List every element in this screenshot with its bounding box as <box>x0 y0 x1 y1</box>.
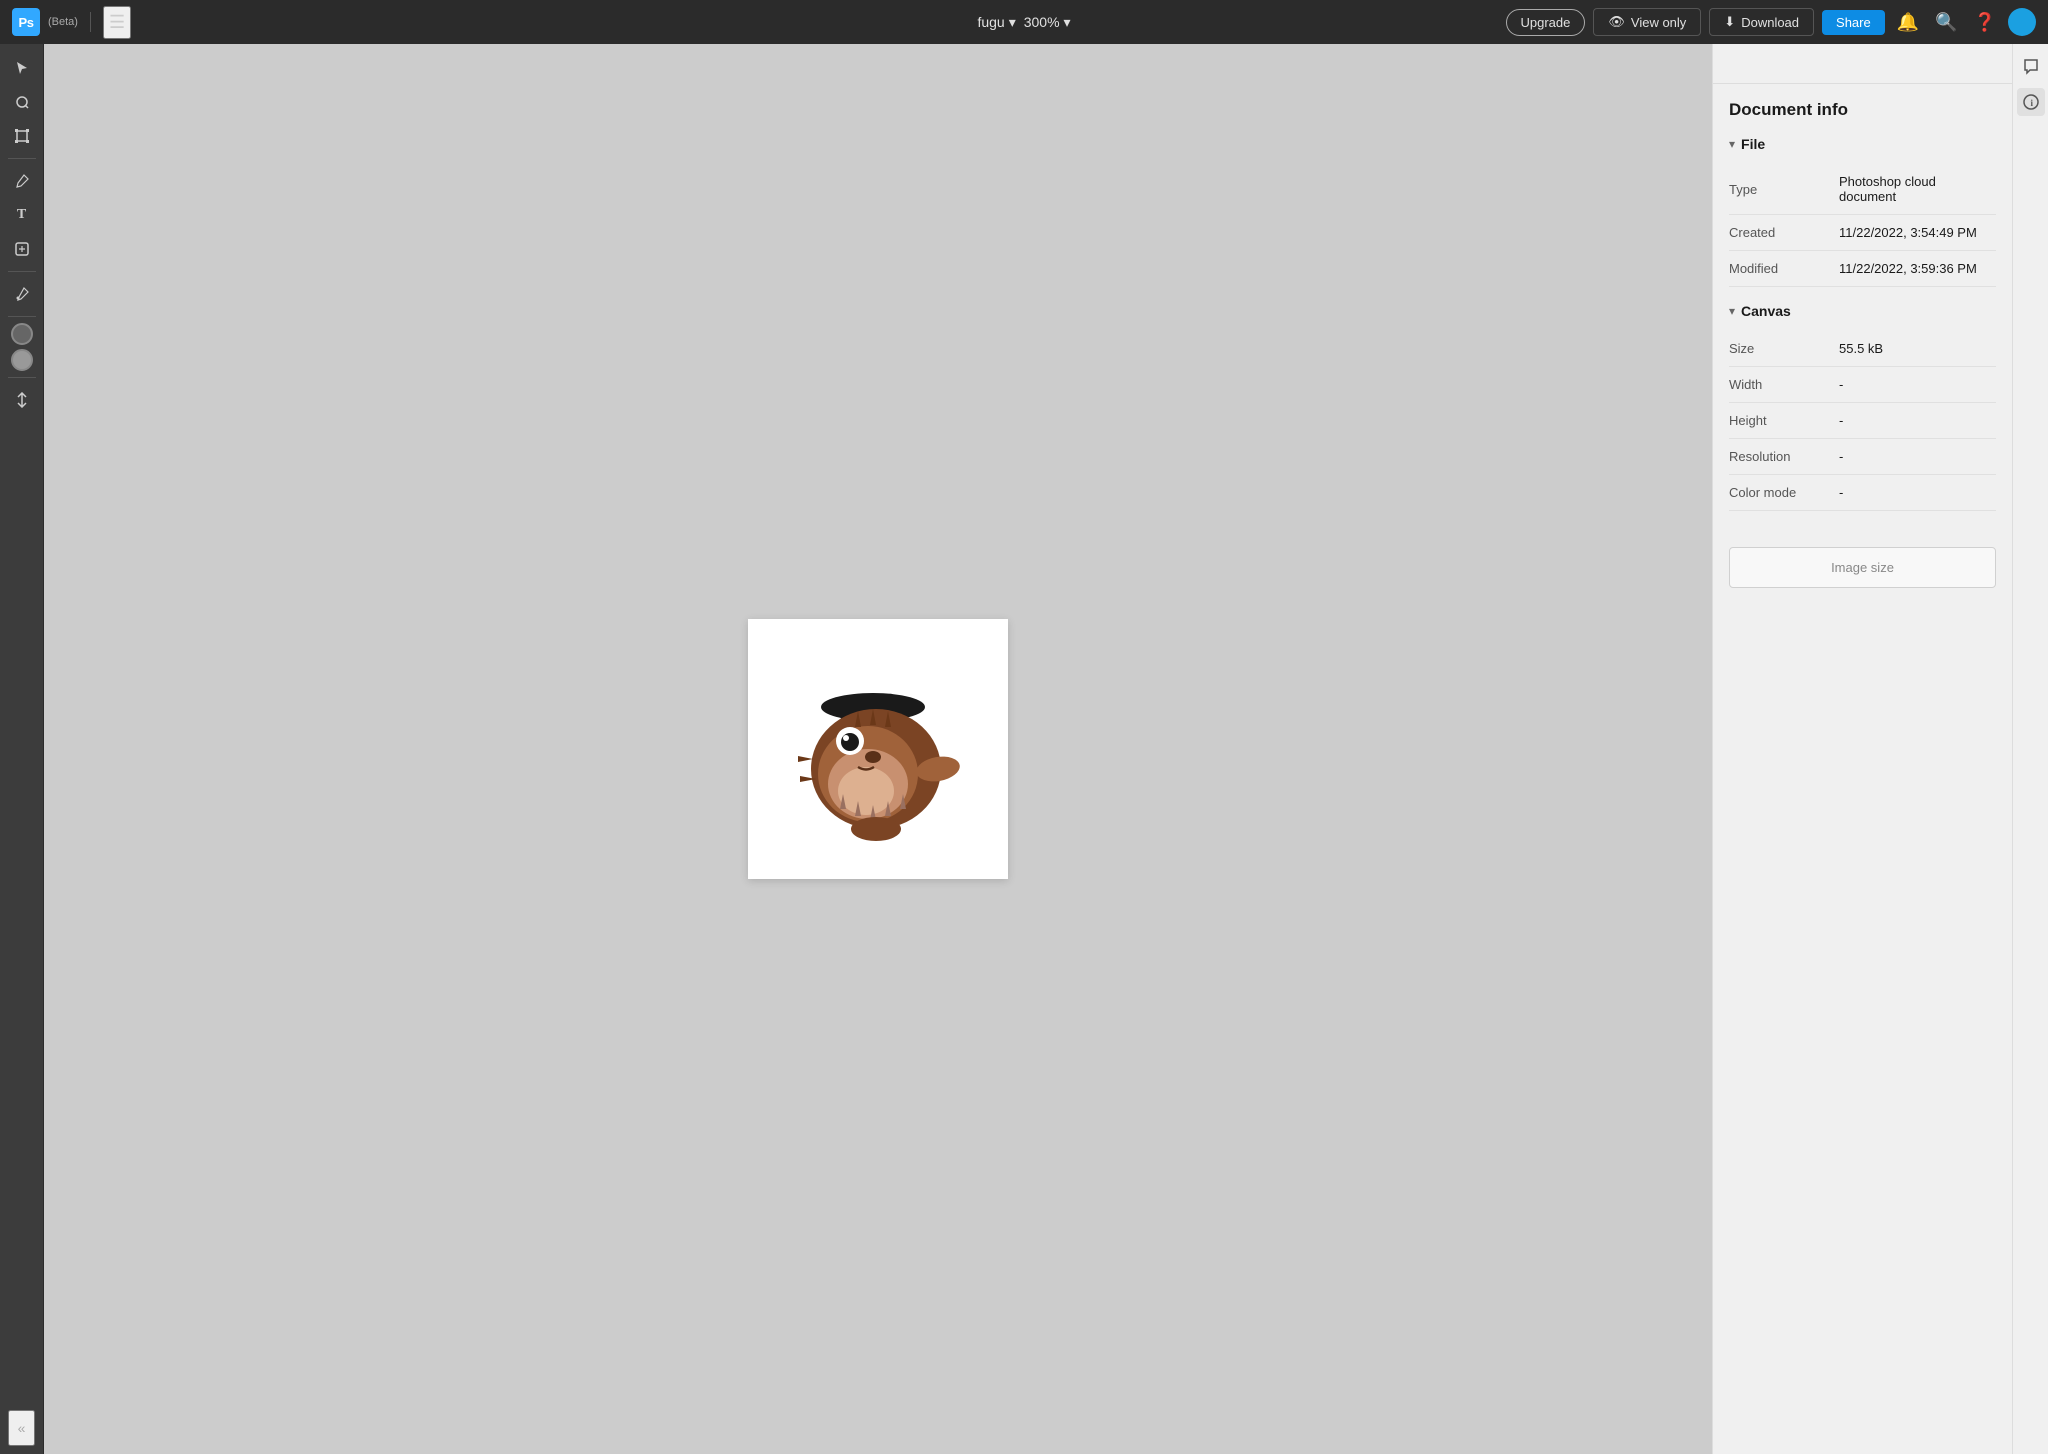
eyedropper-tool[interactable] <box>6 278 38 310</box>
brush-tool[interactable] <box>6 165 38 197</box>
type-label: Type <box>1729 182 1839 197</box>
topbar: Ps (Beta) ☰ fugu ▾ 300% ▾ Upgrade 👁 View… <box>0 0 2048 44</box>
foreground-color[interactable] <box>11 323 33 345</box>
view-only-button[interactable]: 👁 View only <box>1593 8 1701 36</box>
share-button[interactable]: Share <box>1822 10 1885 35</box>
lasso-tool[interactable] <box>6 86 38 118</box>
panel-content: Document info ▾ File Type Photoshop clou… <box>1713 84 2012 1454</box>
modified-value: 11/22/2022, 3:59:36 PM <box>1839 261 1996 276</box>
resolution-row: Resolution - <box>1729 439 1996 475</box>
download-button[interactable]: ⬇ Download <box>1709 8 1814 36</box>
zoom-chevron-icon: ▾ <box>1064 14 1071 31</box>
tool-separator-4 <box>8 377 36 378</box>
svg-text:i: i <box>2030 98 2033 108</box>
shape-tool[interactable] <box>6 233 38 265</box>
width-row: Width - <box>1729 367 1996 403</box>
panel-tabs <box>1713 44 2012 84</box>
view-only-label: View only <box>1631 15 1686 30</box>
select-tool[interactable] <box>6 52 38 84</box>
resolution-value: - <box>1839 449 1996 464</box>
tool-separator-3 <box>8 316 36 317</box>
size-label: Size <box>1729 341 1839 356</box>
transform-tool[interactable] <box>6 120 38 152</box>
search-icon[interactable]: 🔍 <box>1931 8 1961 37</box>
canvas-section-header[interactable]: ▾ Canvas <box>1729 303 1996 319</box>
notifications-icon[interactable]: 🔔 <box>1893 8 1923 37</box>
width-label: Width <box>1729 377 1839 392</box>
help-icon[interactable]: ❓ <box>1970 8 2000 37</box>
size-row: Size 55.5 kB <box>1729 331 1996 367</box>
height-label: Height <box>1729 413 1839 428</box>
ps-logo: Ps <box>12 8 40 36</box>
created-label: Created <box>1729 225 1839 240</box>
height-value: - <box>1839 413 1996 428</box>
topbar-left: Ps (Beta) ☰ <box>12 6 1498 39</box>
tool-separator-2 <box>8 271 36 272</box>
canvas-chevron-icon: ▾ <box>1729 304 1735 318</box>
color-mode-row: Color mode - <box>1729 475 1996 511</box>
collapse-toolbar-button[interactable]: « <box>8 1410 36 1446</box>
size-value: 55.5 kB <box>1839 341 1996 356</box>
download-label: Download <box>1741 15 1799 30</box>
right-panel: Document info ▾ File Type Photoshop clou… <box>1712 44 2012 1454</box>
type-value: Photoshop cloud document <box>1839 174 1996 204</box>
type-row: Type Photoshop cloud document <box>1729 164 1996 215</box>
file-section-header[interactable]: ▾ File <box>1729 136 1996 152</box>
zoom-button[interactable]: 300% ▾ <box>1024 14 1071 31</box>
created-value: 11/22/2022, 3:54:49 PM <box>1839 225 1996 240</box>
topbar-center: fugu ▾ 300% ▾ <box>977 14 1070 31</box>
canvas-section-title: Canvas <box>1741 303 1791 319</box>
tool-separator-1 <box>8 158 36 159</box>
created-row: Created 11/22/2022, 3:54:49 PM <box>1729 215 1996 251</box>
canvas-section: ▾ Canvas Size 55.5 kB Width - Height - R… <box>1729 303 1996 511</box>
canvas-area <box>44 44 1712 1454</box>
download-icon: ⬇ <box>1724 14 1735 30</box>
width-value: - <box>1839 377 1996 392</box>
comment-icon-button[interactable] <box>2017 52 2045 80</box>
filename-chevron-icon: ▾ <box>1009 14 1016 31</box>
filename-button[interactable]: fugu ▾ <box>977 14 1015 31</box>
type-tool[interactable]: T <box>6 199 38 231</box>
panel-title: Document info <box>1729 100 1996 120</box>
main-area: T « <box>0 44 2048 1454</box>
background-color[interactable] <box>11 349 33 371</box>
file-section: ▾ File Type Photoshop cloud document Cre… <box>1729 136 1996 287</box>
image-size-button[interactable]: Image size <box>1729 547 1996 588</box>
resolution-label: Resolution <box>1729 449 1839 464</box>
eye-icon: 👁 <box>1608 14 1625 30</box>
swap-tool[interactable] <box>6 384 38 416</box>
toolbar: T « <box>0 44 44 1454</box>
filename-label: fugu <box>977 14 1004 30</box>
beta-label: (Beta) <box>48 16 78 28</box>
upgrade-button[interactable]: Upgrade <box>1506 9 1586 36</box>
modified-label: Modified <box>1729 261 1839 276</box>
height-row: Height - <box>1729 403 1996 439</box>
topbar-right: Upgrade 👁 View only ⬇ Download Share 🔔 🔍… <box>1506 8 2037 37</box>
modified-row: Modified 11/22/2022, 3:59:36 PM <box>1729 251 1996 287</box>
fugu-illustration <box>768 639 988 859</box>
color-mode-value: - <box>1839 485 1996 500</box>
type-icon: T <box>17 207 26 223</box>
topbar-divider <box>90 12 91 32</box>
info-icon-button[interactable]: i <box>2017 88 2045 116</box>
file-section-title: File <box>1741 136 1765 152</box>
artwork-canvas <box>748 619 1008 879</box>
avatar[interactable] <box>2008 8 2036 36</box>
color-mode-label: Color mode <box>1729 485 1839 500</box>
zoom-label: 300% <box>1024 14 1060 30</box>
side-icons-panel: i <box>2012 44 2048 1454</box>
hamburger-button[interactable]: ☰ <box>103 6 131 39</box>
file-chevron-icon: ▾ <box>1729 137 1735 151</box>
